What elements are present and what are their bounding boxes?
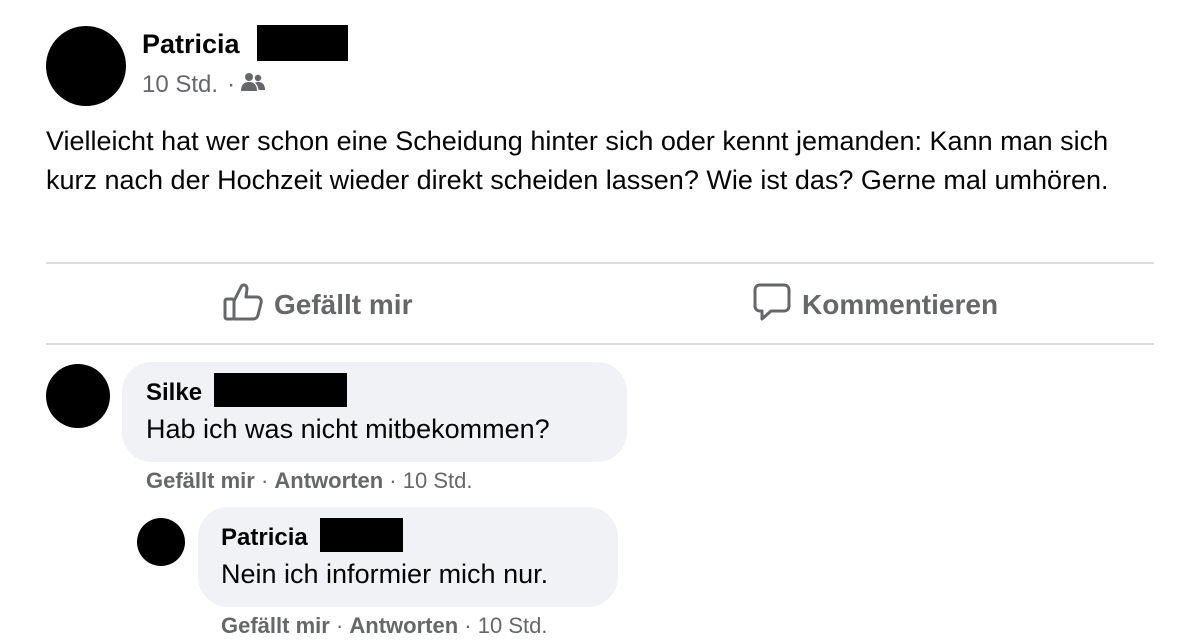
- comment-reply-link[interactable]: Antworten: [274, 468, 383, 493]
- post-author-name-text: Patricia: [142, 29, 240, 59]
- separator: ·: [260, 468, 275, 493]
- comment-icon: [752, 282, 802, 329]
- comment-like-link[interactable]: Gefällt mir: [146, 468, 255, 493]
- post-text: Vielleicht hat wer schon eine Scheidung …: [46, 126, 1109, 195]
- meta-separator: ·: [227, 71, 236, 98]
- reply-like-link[interactable]: Gefällt mir: [221, 613, 330, 638]
- reply-reply-link[interactable]: Antworten: [349, 613, 458, 638]
- thumbs-up-icon: [222, 282, 274, 329]
- redaction-bar: [214, 373, 347, 407]
- comment-author[interactable]: Silke: [146, 378, 202, 408]
- comment-timestamp[interactable]: 10 Std.: [403, 468, 473, 493]
- like-button-label: Gefällt mir: [274, 289, 413, 320]
- comment-actions: Gefällt mir · Antworten · 10 Std.: [146, 467, 472, 495]
- post-author-avatar[interactable]: [46, 26, 126, 106]
- divider-top: [46, 262, 1154, 264]
- reply-timestamp[interactable]: 10 Std.: [478, 613, 548, 638]
- reply-avatar[interactable]: [137, 518, 185, 566]
- comment-text: Hab ich was nicht mitbekommen?: [146, 414, 550, 444]
- post-author-name[interactable]: Patricia: [142, 27, 240, 61]
- reply-author[interactable]: Patricia: [221, 523, 308, 553]
- comment-button-label: Kommentieren: [802, 289, 999, 320]
- comment-avatar[interactable]: [46, 364, 110, 428]
- reply-text: Nein ich informier mich nur.: [221, 559, 549, 589]
- separator: ·: [389, 468, 403, 493]
- like-button[interactable]: Gefällt mir: [222, 280, 412, 330]
- redaction-bar: [257, 25, 348, 61]
- comment-button[interactable]: Kommentieren: [752, 280, 998, 330]
- divider-bottom: [46, 343, 1154, 345]
- reply-actions: Gefällt mir · Antworten · 10 Std.: [221, 612, 547, 640]
- friends-icon[interactable]: [241, 70, 266, 100]
- separator: ·: [464, 613, 478, 638]
- post-timestamp[interactable]: 10 Std.: [142, 70, 218, 100]
- redaction-bar: [320, 518, 403, 552]
- separator: ·: [335, 613, 350, 638]
- post-meta: 10 Std. ·: [142, 70, 266, 100]
